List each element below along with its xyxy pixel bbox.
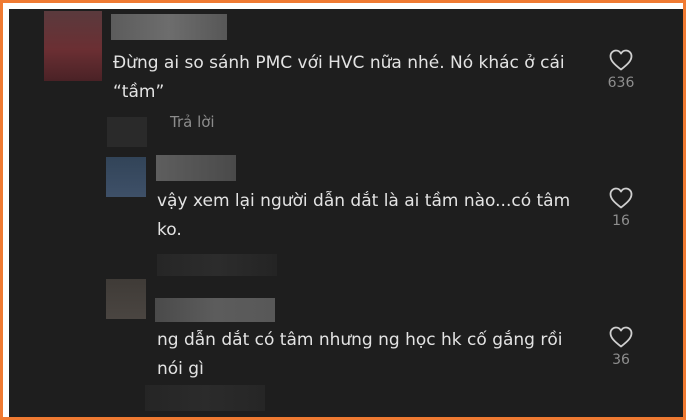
comment-text: Đừng ai so sánh PMC với HVC nữa nhé. Nó … [113,53,565,102]
reply-button[interactable]: Trả lời [170,113,215,131]
avatar[interactable] [106,279,146,319]
comment-thread: Đừng ai so sánh PMC với HVC nữa nhé. Nó … [9,9,683,417]
username-redacted[interactable] [156,155,236,181]
heart-outline-icon [609,49,633,71]
like-count: 16 [612,213,630,229]
avatar[interactable] [44,11,102,81]
screenshot-frame: Đừng ai so sánh PMC với HVC nữa nhé. Nó … [0,0,686,420]
heart-outline-icon [609,187,633,209]
comment-text: vậy xem lại người dẫn dắt là ai tầm nào.… [157,191,571,240]
like-button[interactable]: 16 [599,187,643,229]
reply-row-redacted [157,254,277,276]
heart-outline-icon [609,326,633,348]
reply-row-redacted [145,385,265,411]
reply-avatar-placeholder [107,117,147,147]
like-button[interactable]: 36 [599,326,643,368]
username-redacted[interactable] [111,14,227,40]
avatar[interactable] [106,157,146,197]
like-button[interactable]: 636 [599,49,643,91]
like-count: 636 [607,75,635,91]
comment-text: ng dẫn dắt có tâm nhưng ng học hk cố gắn… [157,330,563,379]
like-count: 36 [612,352,630,368]
username-redacted[interactable] [155,298,275,322]
